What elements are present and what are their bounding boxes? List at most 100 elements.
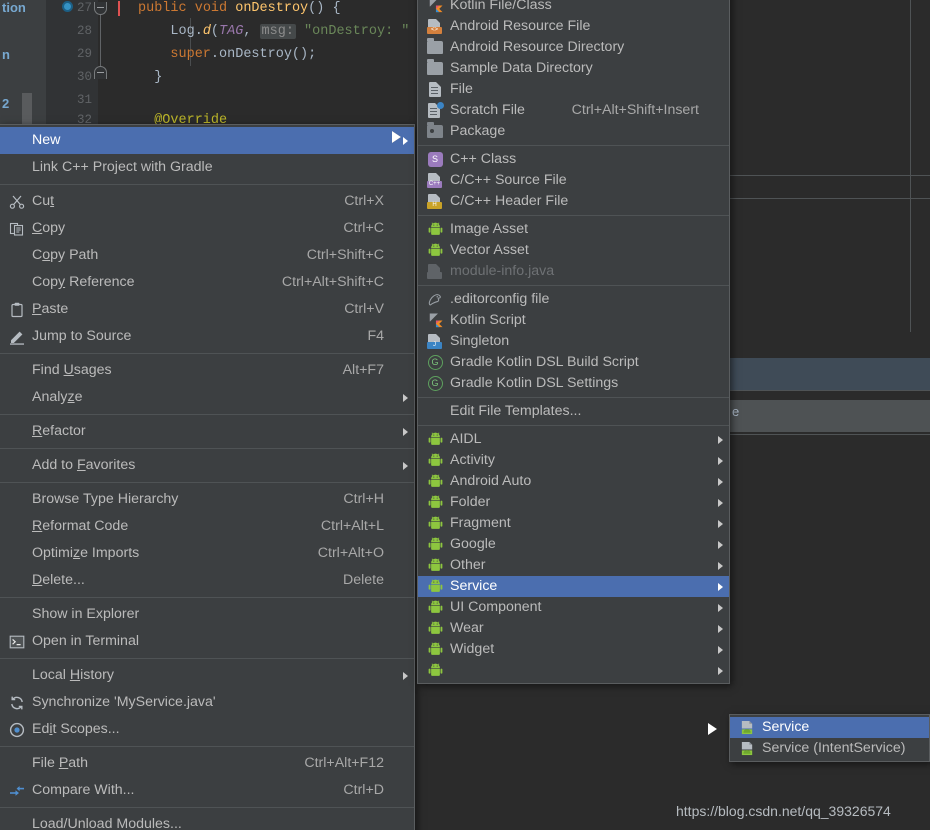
menu-item-local-history[interactable]: Local History xyxy=(0,662,414,689)
kotlin-icon xyxy=(422,0,448,16)
bg-selected-row[interactable] xyxy=(730,358,930,390)
menu-separator xyxy=(418,397,729,398)
menu-item-jump-to-source[interactable]: Jump to Source F4 xyxy=(0,323,414,350)
menu-item-singleton[interactable]: J Singleton xyxy=(418,331,729,352)
menu-item-edit-file-templates[interactable]: Edit File Templates... xyxy=(418,401,729,422)
menu-item-edit-scopes[interactable]: Edit Scopes... xyxy=(0,716,414,743)
menu-item-folder[interactable]: Folder xyxy=(418,492,729,513)
menu-item-synchronize-myservice-java[interactable]: Synchronize 'MyService.java' xyxy=(0,689,414,716)
menu-item-label: New xyxy=(32,132,61,148)
menu-item-label: File Path xyxy=(32,755,89,771)
menu-item-file[interactable]: File xyxy=(418,79,729,100)
fold-toggle-icon[interactable] xyxy=(94,2,107,15)
menu-item-shortcut: Ctrl+X xyxy=(344,193,384,209)
android-icon xyxy=(422,597,448,618)
menu-item-gradle-kotlin-dsl-build-script[interactable]: G Gradle Kotlin DSL Build Script xyxy=(418,352,729,373)
menu-item-cut[interactable]: Cut Ctrl+X xyxy=(0,188,414,215)
menu-item-gradle-kotlin-dsl-settings[interactable]: G Gradle Kotlin DSL Settings xyxy=(418,373,729,394)
chevron-right-icon xyxy=(396,671,414,680)
menu-item-copy-path[interactable]: Copy Path Ctrl+Shift+C xyxy=(0,242,414,269)
menu-item-other[interactable]: Other xyxy=(418,555,729,576)
menu-item-package[interactable]: Package xyxy=(418,121,729,142)
menu-item-kotlin-file-class[interactable]: Kotlin File/Class xyxy=(418,0,729,16)
menu-item-editorconfig-file[interactable]: .editorconfig file xyxy=(418,289,729,310)
menu-item-optimize-imports[interactable]: Optimize Imports Ctrl+Alt+O xyxy=(0,540,414,567)
menu-item-google[interactable]: Google xyxy=(418,534,729,555)
menu-item-widget[interactable]: Widget xyxy=(418,639,729,660)
menu-item-kotlin-script[interactable]: Kotlin Script xyxy=(418,310,729,331)
bg-list-row[interactable]: e xyxy=(730,400,930,432)
watermark-text: https://blog.csdn.net/qq_39326574 xyxy=(676,803,891,819)
new-submenu[interactable]: Kotlin File/Class <> Android Resource File… xyxy=(417,0,730,684)
menu-item-file-path[interactable]: File Path Ctrl+Alt+F12 xyxy=(0,750,414,777)
chevron-right-icon xyxy=(711,666,729,675)
menu-item-ui-component[interactable]: UI Component xyxy=(418,597,729,618)
menu-item-service[interactable]: Service xyxy=(730,717,929,738)
menu-item-label: Analyze xyxy=(32,389,83,405)
menu-item-reformat-code[interactable]: Reformat Code Ctrl+Alt+L xyxy=(0,513,414,540)
kotlin-icon xyxy=(422,310,448,331)
menu-item-show-in-explorer[interactable]: Show in Explorer xyxy=(0,601,414,628)
cpp-source-icon: C++ xyxy=(422,170,448,191)
line-number: 30 xyxy=(76,70,92,84)
menu-item-label: Link C++ Project with Gradle xyxy=(32,159,213,175)
menu-item-image-asset[interactable]: Image Asset xyxy=(418,219,729,240)
menu-item-shortcut: Ctrl+D xyxy=(343,782,384,798)
menu-item-compare-with[interactable]: Compare With... Ctrl+D xyxy=(0,777,414,804)
menu-item-label: Reformat Code xyxy=(32,518,129,534)
menu-item-load-unload-modules[interactable]: Load/Unload Modules... xyxy=(0,811,414,830)
menu-item-service-intentservice[interactable]: Service (IntentService) xyxy=(730,738,929,759)
menu-item-item[interactable] xyxy=(418,660,729,681)
menu-item-fragment[interactable]: Fragment xyxy=(418,513,729,534)
menu-item-scratch-file[interactable]: Scratch File Ctrl+Alt+Shift+Insert xyxy=(418,100,729,121)
menu-item-paste[interactable]: Paste Ctrl+V xyxy=(0,296,414,323)
folder-icon xyxy=(422,37,448,58)
menu-item-label: File xyxy=(450,81,473,97)
menu-item-shortcut: Ctrl+Shift+C xyxy=(306,247,384,263)
android-icon xyxy=(422,219,448,240)
menu-item-android-resource-file[interactable]: <> Android Resource File xyxy=(418,16,729,37)
menu-item-service[interactable]: Service xyxy=(418,576,729,597)
menu-item-new[interactable]: New xyxy=(0,127,414,154)
service-icon xyxy=(734,717,760,738)
chevron-right-icon xyxy=(711,561,729,570)
menu-item-open-in-terminal[interactable]: Open in Terminal xyxy=(0,628,414,655)
menu-item-label: Gradle Kotlin DSL Build Script xyxy=(450,354,639,370)
menu-item-c-c-header-file[interactable]: H C/C++ Header File xyxy=(418,191,729,212)
fold-toggle-icon[interactable] xyxy=(94,66,107,79)
compare-icon xyxy=(4,777,30,804)
menu-item-link-c-project-with-gradle[interactable]: Link C++ Project with Gradle xyxy=(0,154,414,181)
package-icon xyxy=(422,121,448,142)
mouse-cursor-new xyxy=(392,131,401,143)
menu-item-wear[interactable]: Wear xyxy=(418,618,729,639)
menu-item-c-c-source-file[interactable]: C++ C/C++ Source File xyxy=(418,170,729,191)
menu-item-copy-reference[interactable]: Copy Reference Ctrl+Alt+Shift+C xyxy=(0,269,414,296)
menu-item-sample-data-directory[interactable]: Sample Data Directory xyxy=(418,58,729,79)
sync-icon xyxy=(4,689,30,716)
menu-item-android-auto[interactable]: Android Auto xyxy=(418,471,729,492)
menu-item-browse-type-hierarchy[interactable]: Browse Type Hierarchy Ctrl+H xyxy=(0,486,414,513)
editor-gutter[interactable]: 27 28 29 30 31 32 xyxy=(46,0,98,130)
chevron-right-icon xyxy=(711,582,729,591)
menu-item-vector-asset[interactable]: Vector Asset xyxy=(418,240,729,261)
android-icon xyxy=(422,240,448,261)
left-tool-fragment-1: tion xyxy=(2,0,26,15)
menu-item-delete[interactable]: Delete... Delete xyxy=(0,567,414,594)
breakpoint-marker-icon[interactable] xyxy=(62,1,73,12)
menu-item-find-usages[interactable]: Find Usages Alt+F7 xyxy=(0,357,414,384)
menu-item-activity[interactable]: Activity xyxy=(418,450,729,471)
menu-item-label: Android Resource Directory xyxy=(450,39,625,55)
module-info-icon xyxy=(422,261,448,282)
menu-item-android-resource-directory[interactable]: Android Resource Directory xyxy=(418,37,729,58)
menu-item-add-to-favorites[interactable]: Add to Favorites xyxy=(0,452,414,479)
menu-item-label: Gradle Kotlin DSL Settings xyxy=(450,375,619,391)
service-submenu[interactable]: Service Service (IntentService) xyxy=(729,714,930,762)
menu-item-aidl[interactable]: AIDL xyxy=(418,429,729,450)
context-menu[interactable]: New Link C++ Project with Gradle Cut Ctrl+X… xyxy=(0,124,415,830)
menu-item-icon-placeholder xyxy=(4,154,30,181)
menu-item-label: Package xyxy=(450,123,506,139)
menu-item-analyze[interactable]: Analyze xyxy=(0,384,414,411)
menu-item-copy[interactable]: Copy Ctrl+C xyxy=(0,215,414,242)
menu-item-c-class[interactable]: S C++ Class xyxy=(418,149,729,170)
menu-item-refactor[interactable]: Refactor xyxy=(0,418,414,445)
